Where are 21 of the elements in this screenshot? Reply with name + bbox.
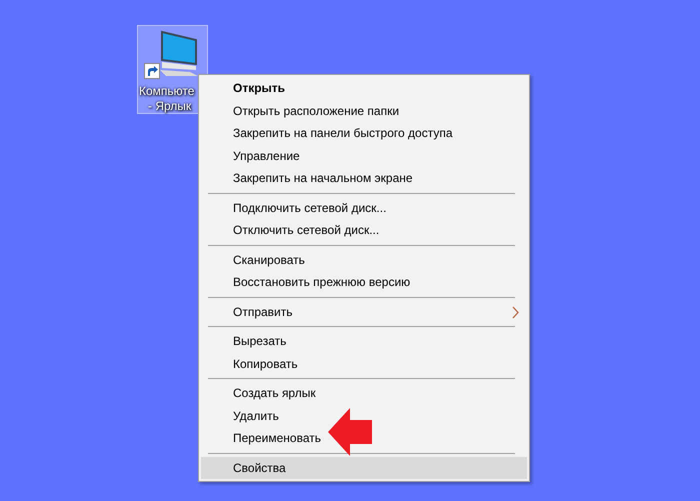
icon-label: - Ярлык: [148, 99, 192, 114]
menu-item[interactable]: Открыть расположение папки: [201, 100, 527, 122]
menu-item[interactable]: Вырезать: [201, 330, 527, 352]
menu-item[interactable]: Отключить сетевой диск...: [201, 219, 527, 242]
desktop-icon[interactable]: [137, 25, 208, 114]
menu-item[interactable]: Переименовать: [201, 427, 527, 450]
menu-item[interactable]: Закрепить на панели быстрого доступа: [201, 122, 527, 144]
menu-item[interactable]: Управление: [201, 144, 527, 167]
pointer-arrow-icon: [328, 408, 374, 456]
menu-item[interactable]: Открыть: [201, 77, 527, 100]
icon-label: Компьюте: [139, 84, 194, 99]
chevron-right-icon: [512, 306, 519, 318]
menu-item[interactable]: Удалить: [201, 404, 527, 427]
menu-item[interactable]: Свойства: [201, 456, 527, 479]
menu-item[interactable]: Создать ярлык: [201, 382, 527, 404]
menu-item[interactable]: Сканировать: [201, 248, 527, 271]
menu-item[interactable]: Восстановить прежнюю версию: [201, 271, 527, 294]
menu-item[interactable]: Копировать: [201, 352, 527, 375]
menu-item[interactable]: Отправить: [201, 300, 527, 323]
menu-item[interactable]: Подключить сетевой диск...: [201, 196, 527, 219]
menu-item[interactable]: Закрепить на начальном экране: [201, 167, 527, 190]
